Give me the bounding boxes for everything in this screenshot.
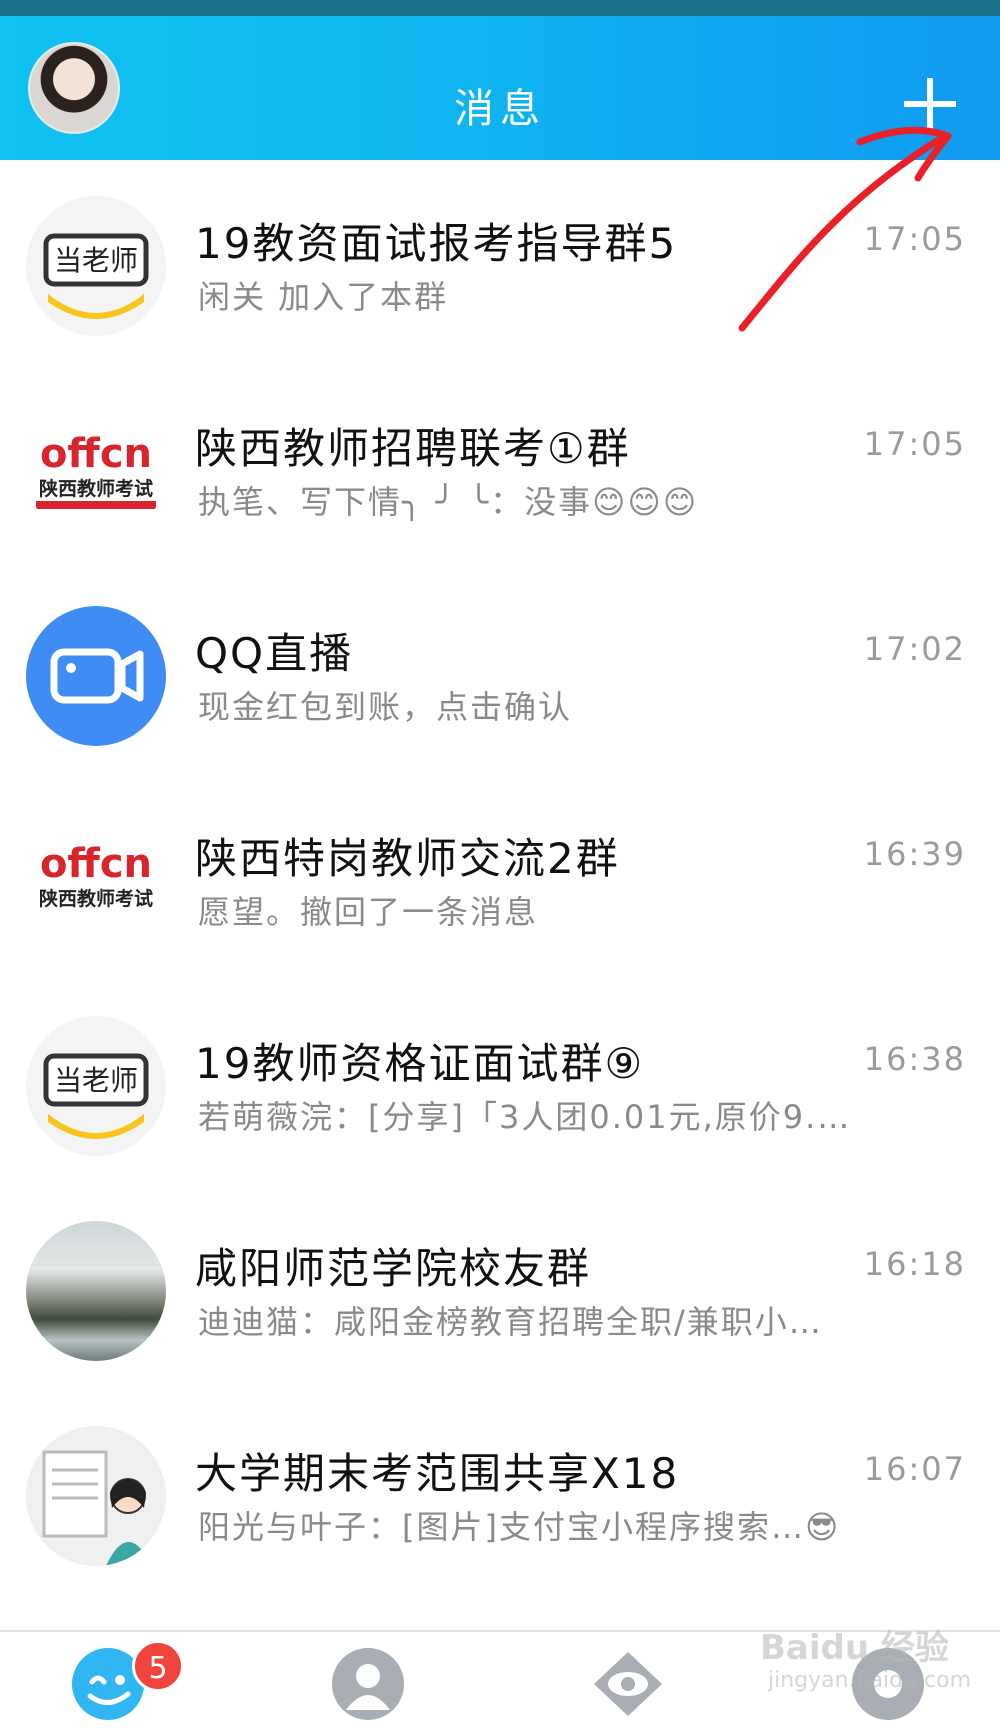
chat-name: 咸阳师范学院校友群 (195, 1244, 592, 1293)
chat-name: 19教资面试报考指导群5 (195, 219, 678, 268)
cartoon-drawing-avatar (26, 1426, 166, 1566)
chat-item[interactable]: offcn 陕西教师考试 陕西教师招聘联考①群 执笔、写下情╮ ╯ ╰：没事😊😊… (0, 365, 1000, 570)
svg-text:陕西教师考试: 陕西教师考试 (39, 477, 153, 500)
chat-name: 陕西教师招聘联考①群 (195, 424, 631, 473)
chat-item[interactable]: 当老师 19教资面试报考指导群5 闲关 加入了本群 17:05 (0, 160, 1000, 365)
chat-name: 19教师资格证面试群⑨ (195, 1039, 645, 1088)
eye-discover-icon (594, 1652, 662, 1716)
tab-discover[interactable] (588, 1644, 668, 1724)
offcn-logo-icon: offcn 陕西教师考试 (26, 401, 166, 541)
chat-time: 17:05 (863, 220, 966, 258)
chat-time: 16:39 (863, 835, 966, 873)
chat-preview: 若萌薇浣：[分享]「3人团0.01元,原价9.… (198, 1098, 852, 1136)
page-title: 消息 (454, 86, 546, 132)
chat-time: 17:02 (863, 630, 966, 668)
svg-text:offcn: offcn (40, 841, 152, 887)
chat-time: 16:38 (863, 1040, 966, 1078)
chat-item[interactable]: 咸阳师范学院校友群 迪迪猫：咸阳金榜教育招聘全职/兼职小… 16:18 (0, 1185, 1000, 1390)
chat-preview: 阳光与叶子：[图片]支付宝小程序搜索…😎 (198, 1508, 841, 1546)
chat-item[interactable]: QQ直播 现金红包到账，点击确认 17:02 (0, 570, 1000, 775)
chat-preview: 现金红包到账，点击确认 (198, 688, 573, 726)
plus-icon (904, 78, 956, 130)
chat-item[interactable]: 当老师 19教师资格证面试群⑨ 若萌薇浣：[分享]「3人团0.01元,原价9.…… (0, 980, 1000, 1185)
chat-preview: 愿望。撤回了一条消息 (198, 893, 539, 931)
svg-text:陕西教师考试: 陕西教师考试 (39, 887, 153, 910)
contacts-icon (332, 1648, 404, 1720)
offcn-logo-icon: offcn 陕西教师考试 (26, 811, 166, 951)
baidu-watermark: Baidu 经验 (760, 1628, 949, 1668)
chat-time: 17:05 (863, 425, 966, 463)
svg-text:offcn: offcn (40, 431, 152, 477)
svg-text:当老师: 当老师 (54, 244, 138, 277)
watermark-url: jingyan.baidu.com (768, 1668, 972, 1693)
dangaoshi-logo-icon: 当老师 (26, 196, 166, 336)
chat-time: 16:07 (863, 1450, 966, 1488)
chat-time: 16:18 (863, 1245, 966, 1283)
tab-contacts[interactable] (328, 1644, 408, 1724)
svg-text:当老师: 当老师 (54, 1064, 138, 1097)
chat-item[interactable]: offcn 陕西教师考试 陕西特岗教师交流2群 愿望。撤回了一条消息 16:39 (0, 775, 1000, 980)
header-bar: 消息 (0, 16, 1000, 160)
chat-name: 大学期末考范围共享X18 (195, 1449, 680, 1498)
add-button[interactable] (900, 74, 960, 134)
chat-name: QQ直播 (195, 629, 354, 678)
chat-item[interactable]: 大学期末考范围共享X18 阳光与叶子：[图片]支付宝小程序搜索…😎 16:07 (0, 1390, 1000, 1595)
unread-badge: 5 (132, 1640, 184, 1692)
chat-name: 陕西特岗教师交流2群 (195, 834, 620, 883)
status-bar (0, 0, 1000, 16)
chat-preview: 迪迪猫：咸阳金榜教育招聘全职/兼职小… (198, 1303, 823, 1341)
landscape-photo-avatar (26, 1221, 166, 1361)
chat-preview: 执笔、写下情╮ ╯ ╰：没事😊😊😊 (198, 483, 699, 521)
video-camera-icon (26, 606, 166, 746)
dangaoshi-logo-icon: 当老师 (26, 1016, 166, 1156)
chat-preview: 闲关 加入了本群 (198, 278, 449, 316)
